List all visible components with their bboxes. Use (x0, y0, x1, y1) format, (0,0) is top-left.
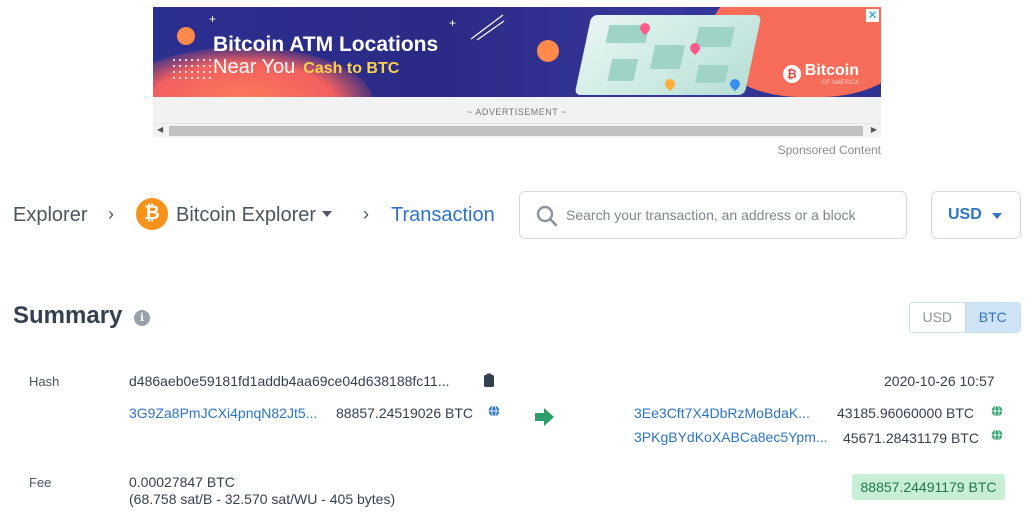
page-title: Summary (13, 302, 123, 329)
fee-value: 0.00027847 BTC (129, 474, 235, 490)
ad-brand-logo: ₿ Bitcoin OF AMERICA (782, 62, 859, 86)
search-box[interactable] (519, 191, 907, 239)
breadcrumb-separator: › (108, 204, 114, 224)
output-amount: 45671.28431179 BTC (843, 430, 979, 446)
info-icon[interactable]: i (134, 310, 150, 326)
scrollbar-thumb[interactable] (169, 126, 863, 136)
transaction-timestamp: 2020-10-26 10:57 (884, 373, 995, 389)
hash-label: Hash (29, 374, 60, 389)
ad-brand-name: Bitcoin OF AMERICA (805, 62, 859, 86)
ad-cta: Cash to BTC (303, 60, 400, 77)
search-input[interactable] (566, 200, 896, 230)
bitcoin-coin-icon: ₿ (782, 65, 801, 83)
breadcrumb-transaction[interactable]: Transaction (391, 202, 495, 228)
toggle-usd[interactable]: USD (910, 303, 965, 332)
sparkle-icon: + (449, 16, 457, 30)
sponsored-label: Sponsored Content (777, 143, 881, 157)
explorer-dropdown[interactable]: Bitcoin Explorer (176, 202, 333, 228)
scroll-left-icon[interactable]: ◀ (157, 125, 163, 134)
sparkle-icon: + (209, 12, 217, 26)
ad-subtitle-text: Near You (213, 56, 296, 78)
toggle-btc[interactable]: BTC (964, 303, 1020, 332)
unit-toggle[interactable]: USD BTC (909, 302, 1021, 333)
currency-select[interactable]: USD (931, 191, 1021, 239)
ad-banner[interactable]: + + Bitcoin ATM Locations Near You Cash t… (153, 7, 881, 97)
ad-subtitle: Near You Cash to BTC (213, 55, 399, 81)
breadcrumb-separator: › (363, 204, 369, 224)
fee-detail: (68.758 sat/B - 32.570 sat/WU - 405 byte… (129, 491, 396, 507)
input-amount: 88857.24519026 BTC (336, 405, 473, 421)
clipboard-icon[interactable] (483, 373, 495, 388)
ad-decoration (171, 57, 211, 83)
scroll-right-icon[interactable]: ▶ (871, 125, 877, 134)
ad-scrollbar[interactable]: ◀ ▶ (153, 123, 881, 137)
ad-decoration (537, 40, 559, 62)
arrow-right-icon (535, 408, 554, 426)
bitcoin-icon: ₿ (136, 198, 168, 230)
total-amount-badge: 88857.24491179 BTC (852, 474, 1005, 500)
ad-decoration (177, 27, 195, 45)
ad-decoration (470, 14, 505, 41)
breadcrumb-explorer[interactable]: Explorer (13, 202, 87, 228)
search-icon (536, 205, 558, 227)
currency-select-value: USD (948, 206, 982, 223)
ad-brand-sub: OF AMERICA (821, 80, 859, 86)
explorer-dropdown-label: Bitcoin Explorer (176, 204, 317, 226)
ad-title: Bitcoin ATM Locations (213, 33, 439, 56)
close-icon[interactable]: ✕ (866, 9, 879, 22)
globe-icon[interactable] (991, 429, 1003, 441)
advertisement[interactable]: + + Bitcoin ATM Locations Near You Cash t… (153, 7, 881, 137)
fee-label: Fee (29, 475, 52, 490)
input-address[interactable]: 3G9Za8PmJCXi4pnqN82Jt5... (129, 405, 317, 421)
output-address[interactable]: 3PKgBYdKoXABCa8ec5Ypm... (634, 429, 828, 445)
globe-icon[interactable] (991, 405, 1003, 417)
chevron-down-icon (992, 213, 1002, 219)
ad-label: ~ ADVERTISEMENT ~ (153, 97, 881, 123)
globe-icon[interactable] (488, 405, 500, 417)
chevron-down-icon (322, 211, 333, 218)
output-address[interactable]: 3Ee3Cft7X4DbRzMoBdaK... (634, 405, 810, 421)
output-amount: 43185.96060000 BTC (837, 405, 974, 421)
transaction-hash[interactable]: d486aeb0e59181fd1addb4aa69ce04d638188fc1… (129, 373, 450, 389)
ad-brand-text: Bitcoin (804, 62, 859, 79)
